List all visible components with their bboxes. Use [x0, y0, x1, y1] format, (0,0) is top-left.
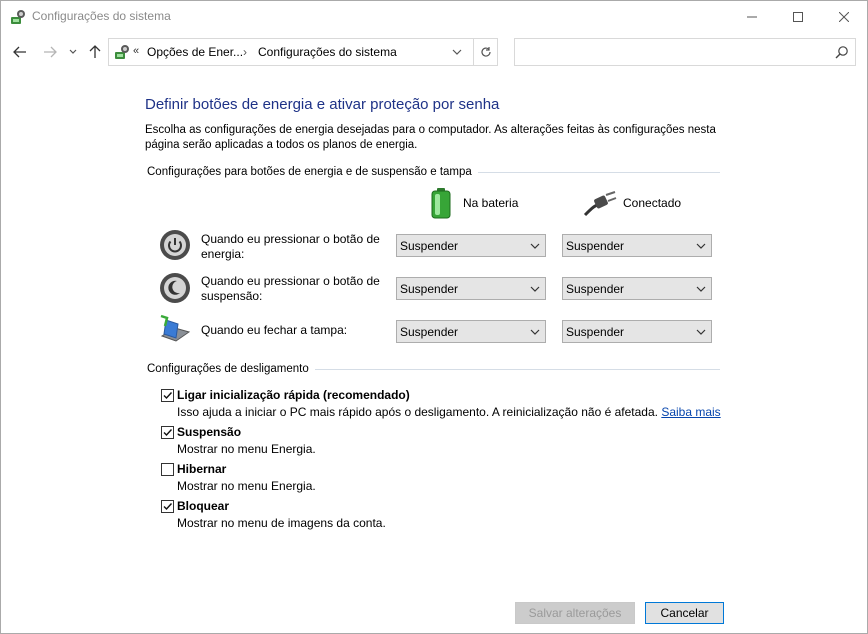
lid-close-battery-select[interactable]: Suspender	[396, 320, 546, 343]
arrow-right-icon	[44, 46, 57, 58]
sleep-description: Mostrar no menu Energia.	[177, 442, 316, 456]
battery-column-header: Na bateria	[463, 196, 519, 210]
power-options-icon	[115, 45, 129, 59]
lock-description: Mostrar no menu de imagens da conta.	[177, 516, 386, 530]
page-title: Definir botões de energia e ativar prote…	[145, 96, 500, 113]
checkmark-icon	[163, 429, 173, 437]
breadcrumb-system-settings[interactable]: Configurações do sistema	[258, 45, 397, 59]
search-icon	[835, 46, 848, 59]
battery-icon	[431, 188, 451, 219]
chevron-down-icon	[530, 329, 540, 335]
window-title: Configurações do sistema	[32, 9, 171, 23]
fast-startup-description: Isso ajuda a iniciar o PC mais rápido ap…	[177, 405, 721, 419]
up-button[interactable]	[84, 41, 106, 63]
lock-label[interactable]: Bloquear	[177, 499, 229, 513]
arrow-up-icon	[89, 45, 101, 58]
back-button[interactable]	[9, 41, 31, 63]
chevron-down-icon	[452, 49, 462, 55]
hibernate-description: Mostrar no menu Energia.	[177, 479, 316, 493]
chevron-down-icon	[696, 243, 706, 249]
lock-checkbox[interactable]	[161, 500, 174, 513]
power-buttons-section-heading: Configurações para botões de energia e d…	[147, 166, 478, 178]
sleep-button-label: Quando eu pressionar o botão de suspensã…	[201, 274, 380, 303]
minimize-button[interactable]	[729, 1, 775, 32]
hibernate-checkbox[interactable]	[161, 463, 174, 476]
chevron-down-icon	[530, 243, 540, 249]
chevron-down-icon	[530, 286, 540, 292]
page-description: Escolha as configurações de energia dese…	[145, 124, 716, 151]
refresh-icon	[481, 47, 491, 57]
cancel-button[interactable]: Cancelar	[645, 602, 724, 624]
power-button-battery-select[interactable]: Suspender	[396, 234, 546, 257]
settings-window: Configurações do sistema « Opções de Ene…	[0, 0, 868, 634]
chevron-down-icon	[696, 329, 706, 335]
fast-startup-label[interactable]: Ligar inicialização rápida (recomendado)	[177, 388, 410, 402]
address-dropdown-button[interactable]	[446, 39, 468, 65]
checkmark-icon	[163, 392, 173, 400]
maximize-icon	[793, 11, 803, 22]
power-button-plugged-select[interactable]: Suspender	[562, 234, 712, 257]
checkmark-icon	[163, 503, 173, 511]
lid-close-label: Quando eu fechar a tampa:	[201, 323, 348, 337]
sleep-button-battery-select[interactable]: Suspender	[396, 277, 546, 300]
power-button-label: Quando eu pressionar o botão de energia:	[201, 232, 380, 261]
fast-startup-checkbox[interactable]	[161, 389, 174, 402]
forward-button[interactable]	[39, 41, 61, 63]
address-overflow-chevron[interactable]: «	[133, 45, 139, 57]
sleep-checkbox[interactable]	[161, 426, 174, 439]
learn-more-link[interactable]: Saiba mais	[661, 405, 720, 419]
sleep-button-plugged-select[interactable]: Suspender	[562, 277, 712, 300]
power-button-icon	[160, 230, 190, 260]
sleep-button-icon	[160, 273, 190, 303]
address-bar[interactable]: « Opções de Ener... › Configurações do s…	[108, 38, 498, 66]
search-input[interactable]	[514, 38, 856, 66]
hibernate-label[interactable]: Hibernar	[177, 462, 226, 476]
chevron-down-icon	[696, 286, 706, 292]
power-plug-icon	[583, 191, 617, 217]
breadcrumb-power-options[interactable]: Opções de Ener...	[147, 45, 243, 59]
recent-locations-button[interactable]	[64, 41, 82, 63]
lid-close-plugged-select[interactable]: Suspender	[562, 320, 712, 343]
title-bar: Configurações do sistema	[1, 1, 867, 32]
close-button[interactable]	[821, 1, 867, 32]
minimize-icon	[747, 16, 757, 17]
laptop-lid-icon	[160, 314, 191, 342]
breadcrumb-separator[interactable]: ›	[243, 45, 247, 59]
save-changes-button[interactable]: Salvar alterações	[515, 602, 635, 624]
power-options-icon	[11, 10, 25, 24]
refresh-button[interactable]	[473, 39, 498, 65]
arrow-left-icon	[13, 46, 26, 58]
close-icon	[839, 11, 849, 22]
sleep-label[interactable]: Suspensão	[177, 425, 241, 439]
maximize-button[interactable]	[775, 1, 821, 32]
shutdown-section-heading: Configurações de desligamento	[147, 363, 315, 375]
plugged-column-header: Conectado	[623, 196, 682, 210]
chevron-down-icon	[69, 49, 77, 54]
